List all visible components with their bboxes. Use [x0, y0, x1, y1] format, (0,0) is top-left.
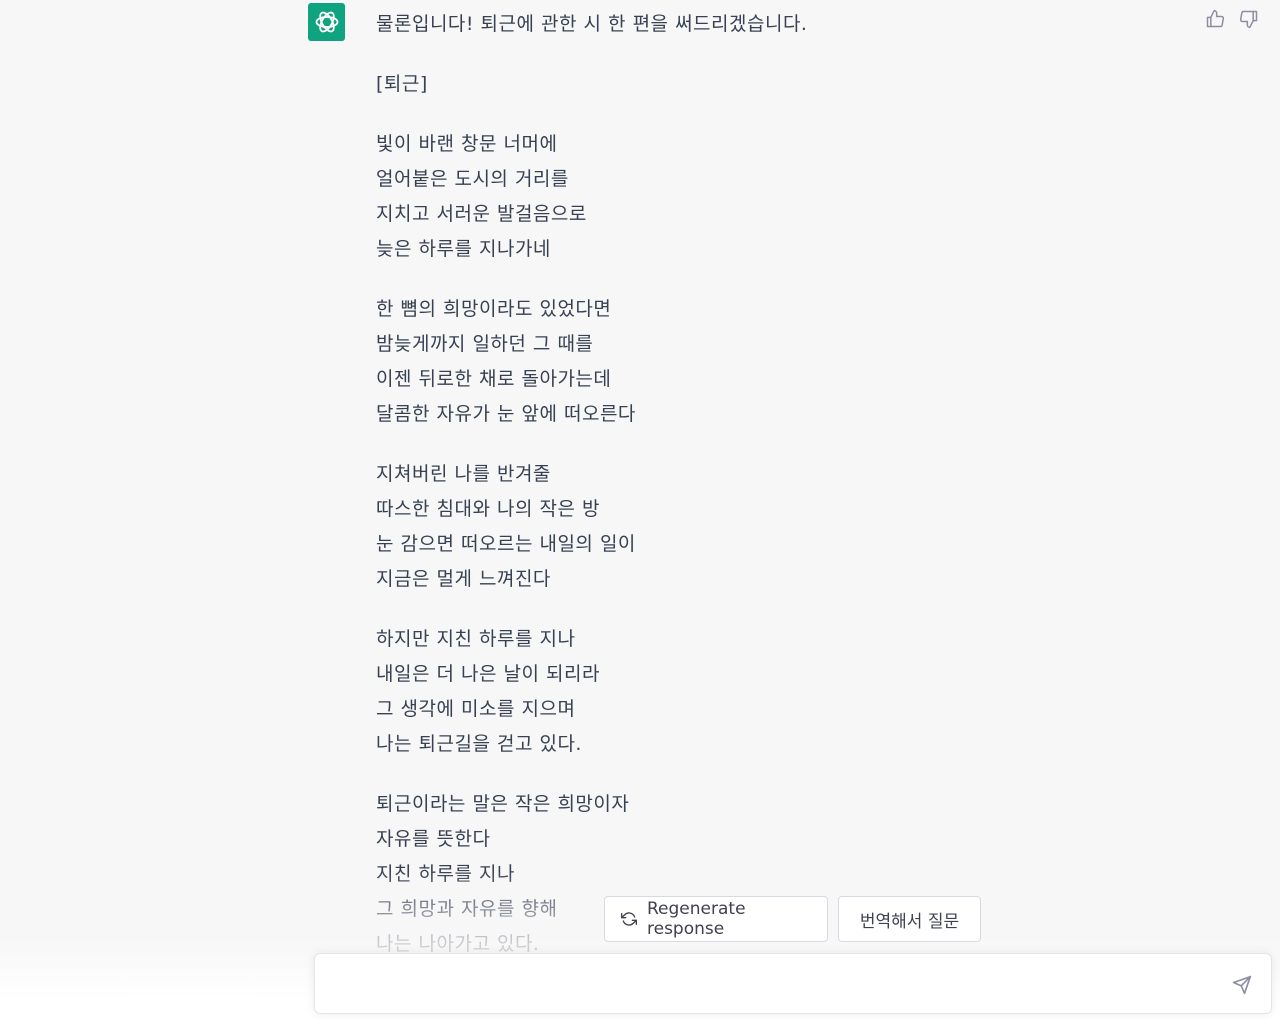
poem-line: 밤늦게까지 일하던 그 때를	[376, 333, 594, 355]
refresh-icon	[621, 911, 637, 927]
poem-stanza: 하지만 지친 하루를 지나내일은 더 나은 날이 되리라그 생각에 미소를 지으…	[376, 622, 1176, 762]
thumbs-down-icon	[1239, 10, 1258, 29]
poem-line: 얼어붙은 도시의 거리를	[376, 168, 569, 190]
poem-line: 퇴근이라는 말은 작은 희망이자	[376, 793, 630, 815]
poem-line: 자유를 뜻한다	[376, 828, 491, 850]
poem-line: 눈 감으면 떠오르는 내일의 일이	[376, 533, 636, 555]
message-composer	[314, 953, 1272, 1014]
poem-line: 늦은 하루를 지나가네	[376, 238, 551, 260]
poem-line: 한 뼘의 희망이라도 있었다면	[376, 298, 612, 320]
poem-body: 빛이 바랜 창문 너머에얼어붙은 도시의 거리를지치고 서러운 발걸음으로늦은 …	[376, 127, 1176, 962]
poem-line: 달콤한 자유가 눈 앞에 떠오른다	[376, 403, 636, 425]
poem-line: 지쳐버린 나를 반겨줄	[376, 463, 551, 485]
poem-line: 그 생각에 미소를 지으며	[376, 698, 576, 720]
poem-line: 빛이 바랜 창문 너머에	[376, 133, 558, 155]
feedback-controls	[1204, 8, 1260, 30]
poem-line: 지금은 멀게 느껴진다	[376, 568, 551, 590]
poem-line: 지친 하루를 지나	[376, 863, 515, 885]
translate-question-button[interactable]: 번역해서 질문	[838, 896, 981, 942]
poem-line: 나는 퇴근길을 걷고 있다.	[376, 733, 582, 755]
poem-stanza: 지쳐버린 나를 반겨줄따스한 침대와 나의 작은 방눈 감으면 떠오르는 내일의…	[376, 457, 1176, 597]
message-input[interactable]	[331, 970, 1215, 1002]
regenerate-response-label: Regenerate response	[647, 899, 746, 939]
chat-page: 물론입니다! 퇴근에 관한 시 한 편을 써드리겠습니다. [퇴근] 빛이 바랜…	[0, 0, 1280, 1024]
translate-question-label: 번역해서 질문	[859, 911, 960, 932]
thumbs-down-button[interactable]	[1238, 8, 1260, 30]
poem-line: 이젠 뒤로한 채로 돌아가는데	[376, 368, 612, 390]
poem-stanza: 한 뼘의 희망이라도 있었다면밤늦게까지 일하던 그 때를이젠 뒤로한 채로 돌…	[376, 292, 1176, 432]
poem-line: 따스한 침대와 나의 작은 방	[376, 498, 600, 520]
send-icon	[1232, 975, 1252, 995]
poem-title: [퇴근]	[376, 73, 428, 95]
poem-stanza: 빛이 바랜 창문 너머에얼어붙은 도시의 거리를지치고 서러운 발걸음으로늦은 …	[376, 127, 1176, 267]
thumbs-up-icon	[1206, 9, 1225, 28]
openai-logo-icon	[315, 11, 338, 33]
poem-line: 내일은 더 나은 날이 되리라	[376, 663, 600, 685]
poem-line: 지치고 서러운 발걸음으로	[376, 203, 587, 225]
send-button[interactable]	[1231, 974, 1253, 996]
poem-line: 하지만 지친 하루를 지나	[376, 628, 576, 650]
assistant-message: 물론입니다! 퇴근에 관한 시 한 편을 써드리겠습니다. [퇴근] 빛이 바랜…	[376, 7, 1176, 987]
message-intro: 물론입니다! 퇴근에 관한 시 한 편을 써드리겠습니다.	[376, 13, 808, 35]
assistant-avatar	[308, 3, 345, 41]
thumbs-up-button[interactable]	[1204, 8, 1226, 30]
regenerate-response-button[interactable]: Regenerate response	[604, 896, 828, 942]
response-actions: Regenerate response 번역해서 질문	[604, 896, 981, 942]
